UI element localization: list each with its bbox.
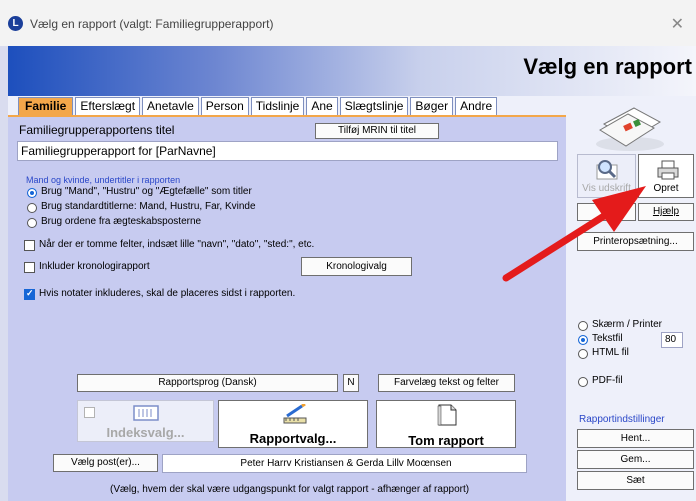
annotation-arrow (502, 186, 646, 282)
